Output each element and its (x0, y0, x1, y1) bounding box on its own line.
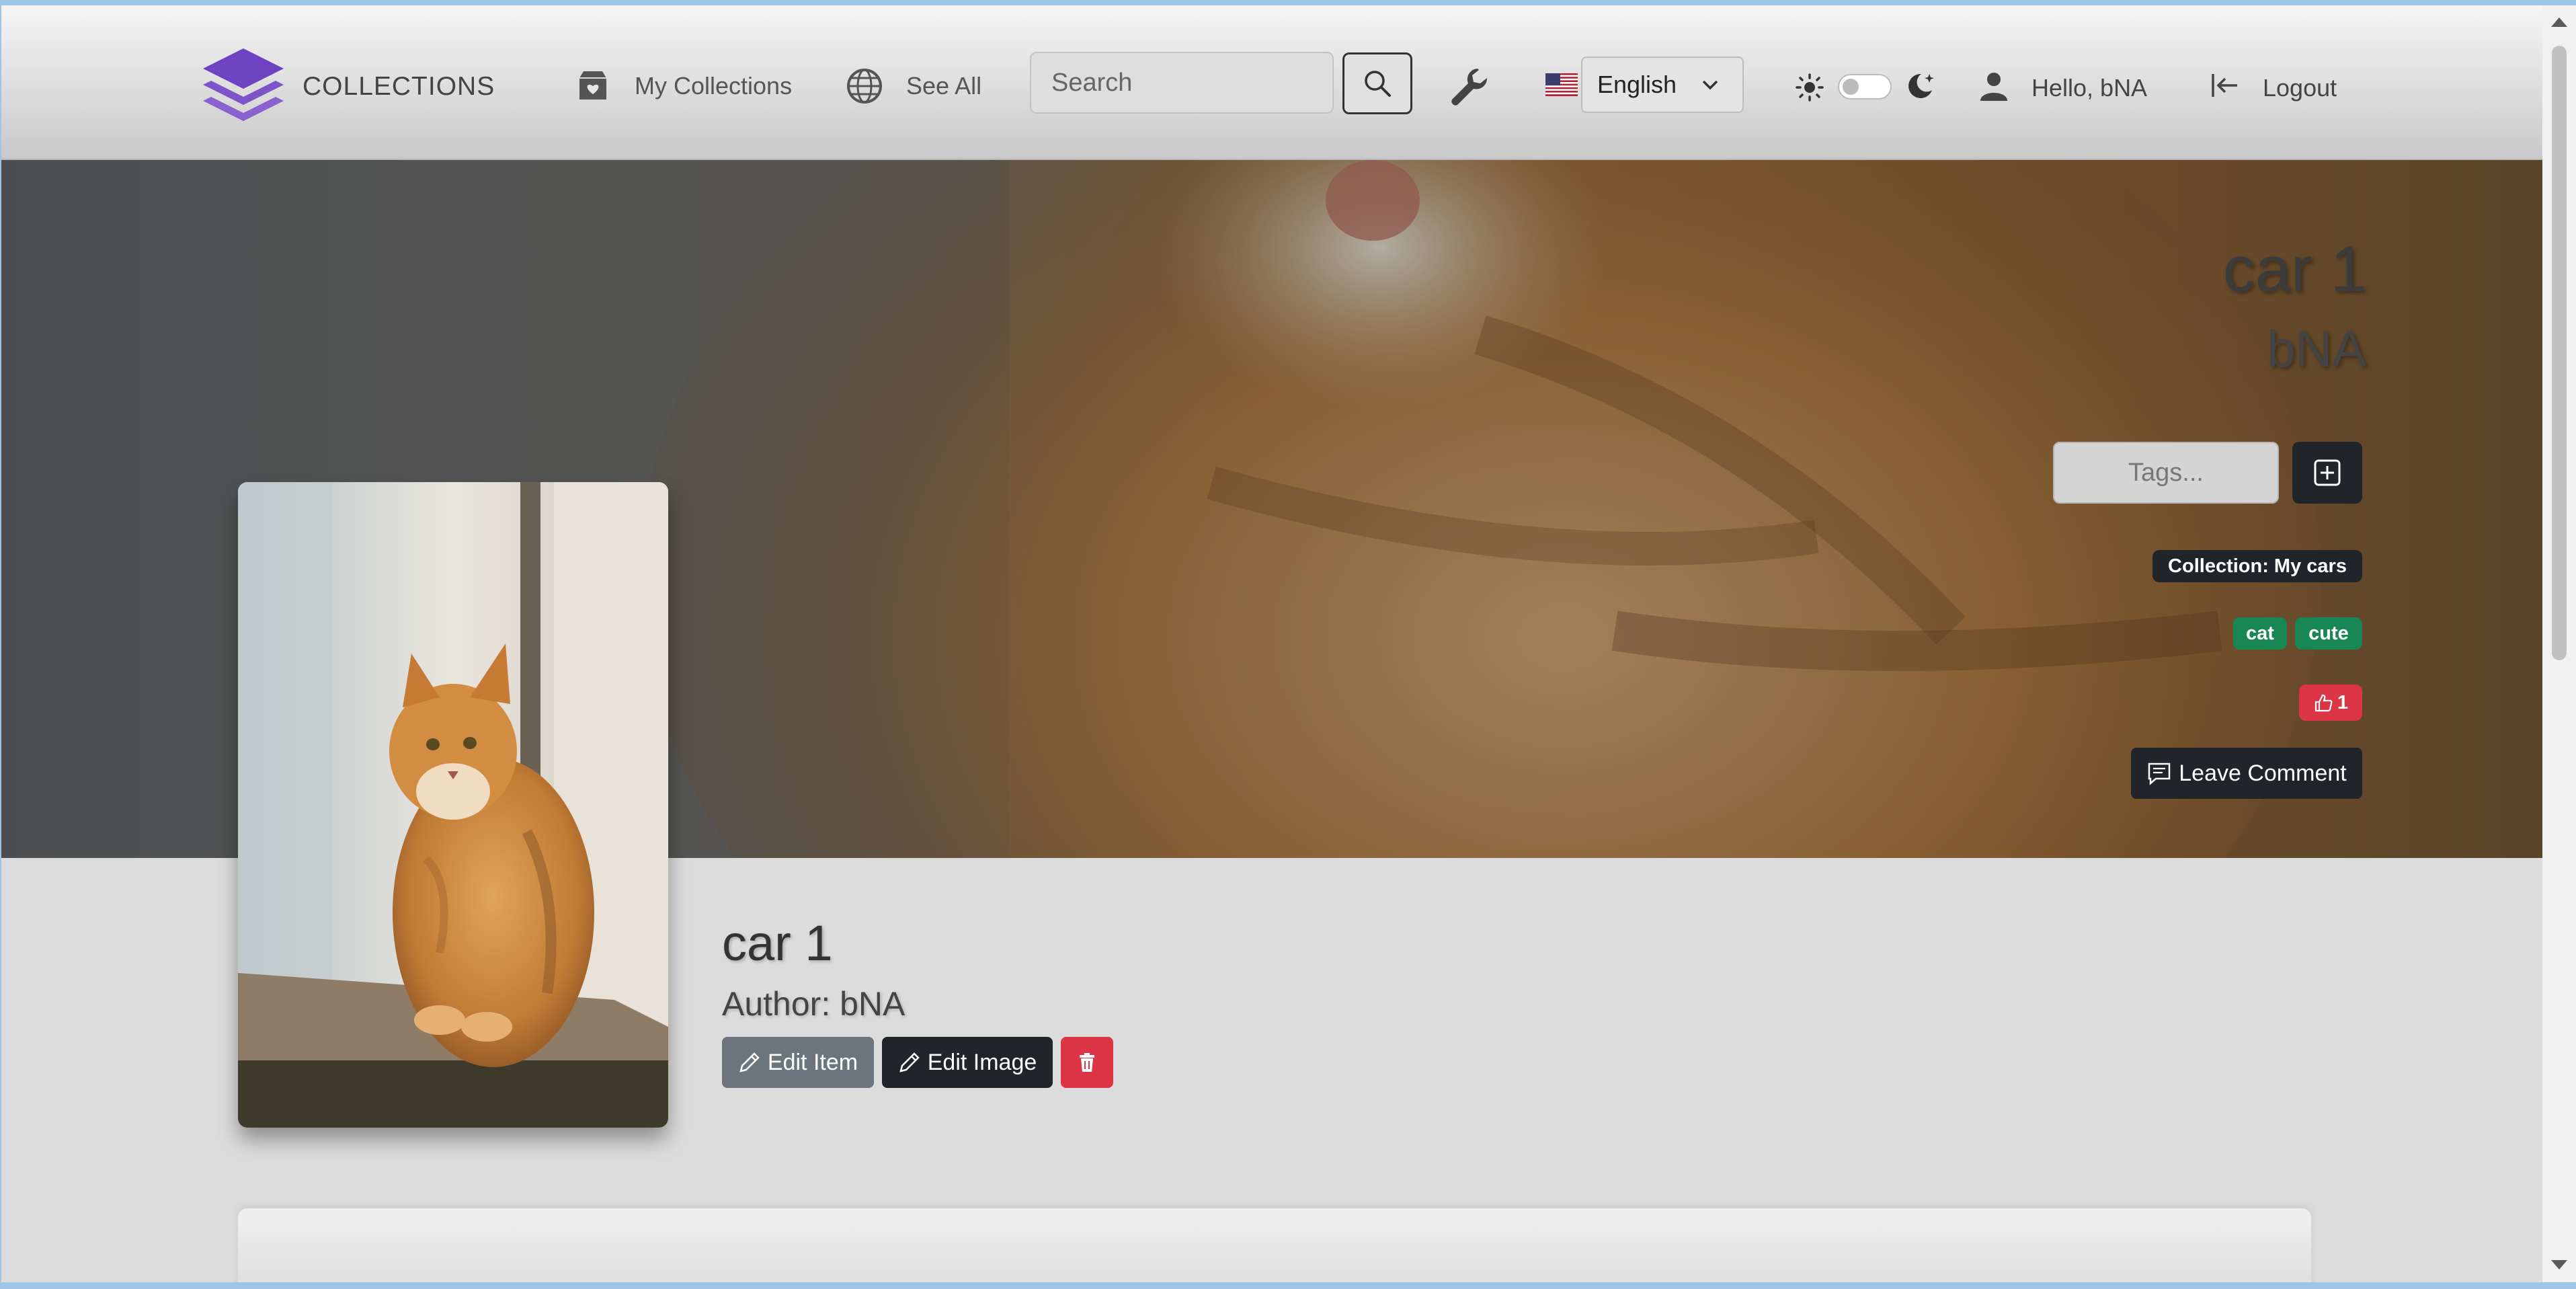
nav-see-all-label: See All (906, 72, 982, 100)
edit-image-button[interactable]: Edit Image (882, 1037, 1053, 1088)
add-tag-button[interactable] (2292, 442, 2362, 504)
trash-icon (1080, 1053, 1094, 1072)
logout-icon (2212, 74, 2237, 97)
browser-viewport: COLLECTIONS My Collections See All Searc… (1, 5, 2542, 1282)
leave-comment-button[interactable]: Leave Comment (2131, 748, 2362, 799)
like-button[interactable]: 1 (2299, 685, 2362, 721)
plus-square-icon (2314, 459, 2341, 486)
edit-item-button[interactable]: Edit Item (722, 1037, 874, 1088)
search-button[interactable] (1342, 52, 1412, 114)
user-greeting[interactable]: Hello, bNA (2031, 74, 2147, 102)
comments-panel (238, 1208, 2311, 1282)
theme-toggle-knob (1843, 79, 1859, 95)
scroll-up-arrow[interactable] (2551, 17, 2567, 27)
tag-badge[interactable]: cat (2233, 617, 2287, 650)
moon-icon (1908, 73, 1934, 98)
language-selected: English (1597, 71, 1677, 98)
scroll-down-arrow[interactable] (2551, 1260, 2567, 1270)
nav-see-all[interactable]: See All (846, 67, 981, 105)
brand-title: COLLECTIONS (303, 72, 495, 101)
sun-icon (1796, 73, 1824, 102)
item-author: Author: bNA (722, 985, 905, 1023)
tag-badge[interactable]: cute (2295, 617, 2362, 650)
item-image (238, 482, 668, 1128)
page-scrollbar[interactable] (2542, 5, 2576, 1282)
chevron-down-icon (1702, 80, 1718, 90)
user-icon (1980, 73, 2007, 101)
leave-comment-label: Leave Comment (2179, 760, 2347, 786)
like-count: 1 (2337, 691, 2349, 713)
collection-badge[interactable]: Collection: My cars (2152, 550, 2362, 582)
nav-my-collections[interactable]: My Collections (574, 67, 792, 105)
brand-link[interactable]: COLLECTIONS (202, 47, 495, 126)
navbar: COLLECTIONS My Collections See All Searc… (1, 5, 2542, 160)
nav-my-collections-label: My Collections (635, 72, 793, 100)
cat-photo (238, 482, 668, 1128)
wrench-icon[interactable] (1448, 66, 1490, 108)
language-select[interactable]: English (1581, 56, 1744, 113)
search-icon (1365, 71, 1391, 97)
box-heart-icon (579, 71, 606, 100)
chat-icon (2148, 763, 2171, 785)
tags-input[interactable] (2053, 442, 2279, 504)
scroll-thumb[interactable] (2552, 46, 2567, 660)
layers-logo-icon (203, 48, 284, 121)
search-input[interactable] (1030, 52, 1334, 114)
us-flag-icon (1545, 73, 1578, 96)
delete-item-button[interactable] (1061, 1037, 1113, 1088)
pencil-icon (739, 1052, 760, 1072)
edit-image-label: Edit Image (927, 1049, 1037, 1075)
globe-icon (847, 69, 882, 104)
item-title: car 1 (722, 915, 833, 971)
hand-thumbs-up-icon (2315, 694, 2333, 712)
theme-toggle[interactable] (1838, 74, 1892, 100)
edit-item-label: Edit Item (767, 1049, 858, 1075)
logout-link[interactable]: Logout (2263, 74, 2337, 102)
hero-author: bNA (2267, 321, 2366, 378)
pencil-icon (899, 1052, 920, 1072)
hero-title: car 1 (2222, 233, 2366, 305)
